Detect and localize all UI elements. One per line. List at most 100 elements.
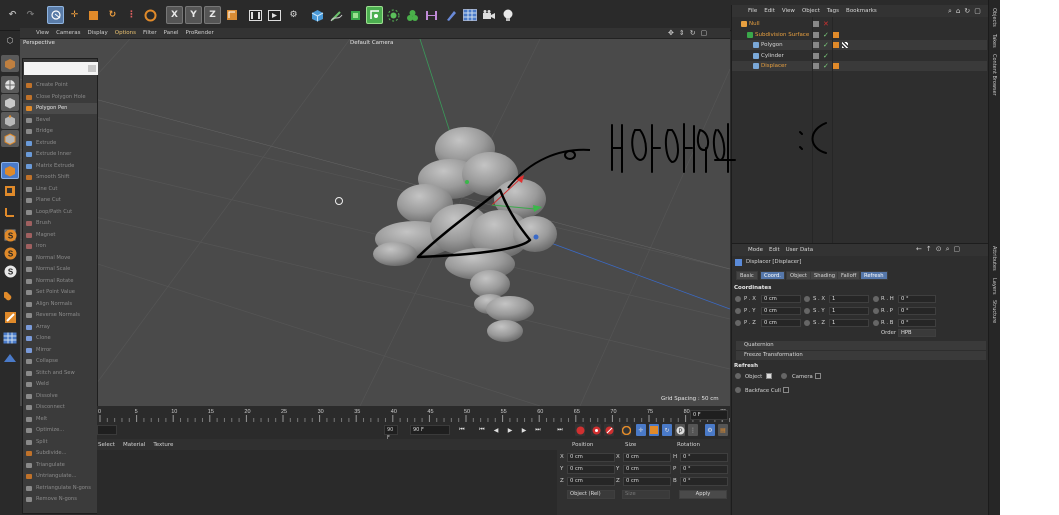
- points-mode-icon[interactable]: [1, 112, 19, 129]
- position-field[interactable]: 0 cm: [567, 453, 615, 462]
- perspective-viewport[interactable]: Perspective Default Camera Grid Spacing …: [20, 39, 730, 406]
- backface-cull-checkbox[interactable]: [783, 387, 789, 393]
- snap-icon[interactable]: [1, 309, 19, 326]
- attr-tab[interactable]: Object: [786, 271, 811, 280]
- menu-item[interactable]: Normal Scale: [23, 264, 97, 275]
- move-key-icon[interactable]: ✛: [636, 424, 646, 436]
- rotate-icon[interactable]: ↻: [104, 6, 121, 24]
- current-frame-field[interactable]: 0 F: [690, 410, 728, 420]
- model-mode-icon[interactable]: [142, 6, 159, 24]
- make-editable-icon[interactable]: ⬡: [1, 32, 19, 49]
- prev-key-icon[interactable]: ⏮: [477, 424, 487, 436]
- viewport-menu-cameras[interactable]: Cameras: [56, 30, 80, 36]
- anim-dot-icon[interactable]: [804, 320, 810, 326]
- scene-icon[interactable]: [442, 6, 459, 24]
- locked-workplane-icon[interactable]: [1, 349, 19, 366]
- texture-tag-icon[interactable]: [842, 42, 848, 48]
- menu-item[interactable]: Align Normals: [23, 299, 97, 310]
- anim-dot-icon[interactable]: [804, 308, 810, 314]
- quaternion-fold[interactable]: Quaternion: [736, 341, 986, 350]
- camera-icon[interactable]: [480, 6, 497, 24]
- go-to-start-icon[interactable]: ⏮: [457, 424, 467, 436]
- menu-item[interactable]: Stitch and Sew: [23, 368, 97, 379]
- rotation-field[interactable]: 0 °: [680, 465, 728, 474]
- tag-icon[interactable]: [833, 31, 839, 38]
- menu-item[interactable]: Polygon Pen: [23, 103, 97, 114]
- object-menu-view[interactable]: View: [782, 8, 795, 14]
- material-menu-material[interactable]: Material: [123, 442, 145, 448]
- menu-item[interactable]: Extrude Inner: [23, 149, 97, 160]
- apply-button[interactable]: Apply: [679, 490, 727, 499]
- render-settings-icon[interactable]: ⚙: [285, 6, 302, 24]
- enabled-check-icon[interactable]: ✓: [823, 30, 829, 40]
- scale-value-field[interactable]: 1: [829, 295, 869, 303]
- object-refresh-checkbox[interactable]: [766, 373, 772, 379]
- menu-item[interactable]: Remove N-gons: [23, 494, 97, 505]
- gizmo-z-handle[interactable]: [533, 234, 539, 240]
- anim-dot-icon[interactable]: [735, 320, 741, 326]
- rotation-field[interactable]: 0 °: [680, 453, 728, 462]
- object-menu-file[interactable]: File: [748, 8, 757, 14]
- move-view-icon[interactable]: ✥: [668, 29, 674, 38]
- next-key-icon[interactable]: ⏭: [533, 424, 543, 436]
- menu-item[interactable]: Extrude: [23, 138, 97, 149]
- render-picture-viewer-icon[interactable]: [266, 6, 283, 24]
- position-value-field[interactable]: 0 cm: [761, 295, 801, 303]
- camera-anim-dot[interactable]: [781, 373, 787, 379]
- end-frame-b[interactable]: 90 F: [410, 425, 450, 435]
- visibility-dots-icon[interactable]: [813, 31, 819, 38]
- anim-dot-icon[interactable]: [735, 308, 741, 314]
- move-icon[interactable]: ✛: [66, 6, 83, 24]
- material-manager-area[interactable]: [97, 450, 557, 515]
- attr-menu-userdata[interactable]: User Data: [786, 247, 813, 253]
- tab-objects[interactable]: Objects: [991, 8, 997, 27]
- order-select[interactable]: HPB: [898, 329, 936, 337]
- disabled-icon[interactable]: ✕: [823, 19, 829, 29]
- timeline-layout-icon[interactable]: ▤: [718, 424, 728, 436]
- attr-menu-mode[interactable]: Mode: [748, 247, 763, 253]
- attr-tab[interactable]: Falloff: [837, 271, 861, 280]
- menu-item[interactable]: Create Point: [23, 80, 97, 91]
- viewport-menu-panel[interactable]: Panel: [164, 30, 179, 36]
- menu-item[interactable]: Matrix Extrude: [23, 161, 97, 172]
- render-view-icon[interactable]: [247, 6, 264, 24]
- menu-item[interactable]: Subdivide...: [23, 448, 97, 459]
- scale-key-icon[interactable]: [649, 424, 659, 436]
- keyframe-selection-icon[interactable]: [604, 424, 614, 436]
- y-axis-lock[interactable]: Y: [185, 6, 202, 24]
- menu-item[interactable]: Reverse Normals: [23, 310, 97, 321]
- light-icon[interactable]: [499, 6, 516, 24]
- tab-structure[interactable]: Structure: [991, 300, 997, 323]
- model-icon[interactable]: [1, 55, 19, 72]
- menu-item[interactable]: Magnet: [23, 230, 97, 241]
- zoom-view-icon[interactable]: ⇕: [679, 29, 685, 38]
- uv-mode-icon[interactable]: [1, 182, 19, 199]
- object-menu-tags[interactable]: Tags: [827, 8, 839, 14]
- displaced-blob-object[interactable]: [373, 127, 557, 342]
- texture-icon[interactable]: [1, 76, 19, 93]
- anim-dot-icon[interactable]: [873, 308, 879, 314]
- deformer-icon[interactable]: [404, 6, 421, 24]
- play-icon[interactable]: ▶: [505, 424, 515, 436]
- new-window-icon[interactable]: ▢: [974, 7, 981, 16]
- world-coord-icon[interactable]: [223, 6, 240, 24]
- polygons-mode-icon[interactable]: [1, 162, 19, 179]
- size-mode-select[interactable]: Size: [622, 490, 670, 499]
- attr-menu-edit[interactable]: Edit: [769, 247, 780, 253]
- back-arrow-icon[interactable]: ←: [916, 245, 922, 254]
- menu-item[interactable]: Plane Cut: [23, 195, 97, 206]
- rotate-view-icon[interactable]: ↻: [690, 29, 696, 38]
- rotation-key-icon[interactable]: ↻: [662, 424, 672, 436]
- freeze-transformation-fold[interactable]: Freeze Transformation: [736, 351, 986, 360]
- menu-item[interactable]: Optimize...: [23, 425, 97, 436]
- menu-item[interactable]: Clone: [23, 333, 97, 344]
- anim-dot-icon[interactable]: [873, 296, 879, 302]
- visibility-dots-icon[interactable]: [813, 52, 819, 59]
- point-level-key-icon[interactable]: ⋮: [688, 424, 698, 436]
- prev-frame-icon[interactable]: ◀: [491, 424, 501, 436]
- menu-item[interactable]: Iron: [23, 241, 97, 252]
- home-icon[interactable]: ⌂: [956, 7, 960, 16]
- redo-icon[interactable]: ↷: [22, 6, 39, 24]
- subdivision-surface-icon[interactable]: [347, 6, 364, 24]
- object-anim-dot[interactable]: [735, 373, 741, 379]
